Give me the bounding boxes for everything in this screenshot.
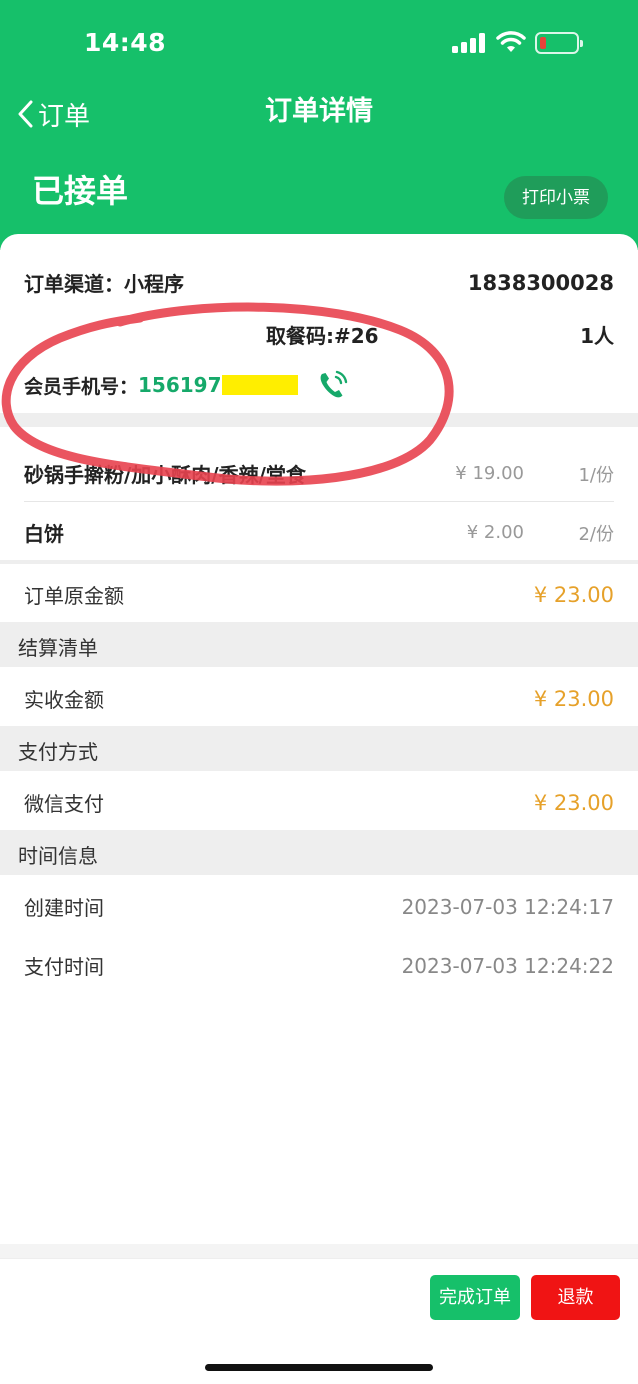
original-amount-label: 订单原金额: [24, 584, 124, 608]
pickup-code: 取餐码:#26: [266, 324, 379, 348]
status-time: 14:48: [84, 28, 167, 57]
received-amount-value: ¥ 23.00: [533, 686, 614, 711]
item-name: 砂锅手擀粉/加小酥肉/香辣/堂食: [24, 463, 306, 487]
order-channel: 订单渠道：小程序: [24, 272, 184, 296]
item-qty: 1/份: [578, 464, 614, 486]
payment-heading: 支付方式: [18, 740, 98, 764]
payment-method-label: 微信支付: [24, 792, 104, 816]
section-divider: [0, 560, 638, 564]
order-channel-row: 订单渠道：小程序 1838300028: [24, 268, 614, 297]
paid-time-row: 支付时间 2023-07-03 12:24:22: [24, 951, 614, 980]
status-bar: 14:48: [0, 0, 638, 90]
pickup-row: 取餐码:#26 1人: [24, 320, 614, 349]
original-amount-row: 订单原金额 ¥ 23.00: [24, 580, 614, 609]
redaction-mask: [221, 375, 298, 395]
refund-button[interactable]: 退款: [531, 1275, 620, 1320]
signal-icon: [452, 33, 488, 53]
wifi-icon: [496, 31, 526, 52]
created-time-label: 创建时间: [24, 896, 104, 920]
member-phone-row: 会员手机号： 156197: [24, 368, 614, 402]
complete-order-button[interactable]: 完成订单: [430, 1275, 520, 1320]
time-heading: 时间信息: [18, 844, 98, 868]
divider: [24, 501, 614, 502]
section-divider: [0, 413, 638, 427]
item-price: ¥ 19.00: [455, 463, 524, 484]
received-amount-row: 实收金额 ¥ 23.00: [24, 684, 614, 713]
item-name: 白饼: [24, 522, 64, 546]
order-item: 砂锅手擀粉/加小酥肉/香辣/堂食 ¥ 19.00 1/份: [24, 459, 614, 488]
order-status: 已接单: [32, 172, 129, 210]
item-price: ¥ 2.00: [466, 522, 524, 543]
paid-time-label: 支付时间: [24, 955, 104, 979]
payment-method-row: 微信支付 ¥ 23.00: [24, 788, 614, 817]
item-qty: 2/份: [578, 523, 614, 545]
paid-time-value: 2023-07-03 12:24:22: [401, 953, 614, 978]
created-time-row: 创建时间 2023-07-03 12:24:17: [24, 892, 614, 921]
member-phone: 156197: [138, 373, 222, 397]
order-item: 白饼 ¥ 2.00 2/份: [24, 518, 614, 547]
section-divider: [0, 1244, 638, 1258]
phone-call-icon[interactable]: [316, 368, 352, 402]
print-receipt-button[interactable]: 打印小票: [504, 176, 608, 219]
original-amount-value: ¥ 23.00: [533, 582, 614, 607]
received-amount-label: 实收金额: [24, 688, 104, 712]
page-title: 订单详情: [265, 96, 373, 127]
settlement-heading: 结算清单: [18, 636, 98, 660]
created-time-value: 2023-07-03 12:24:17: [401, 894, 614, 919]
member-phone-label: 会员手机号：: [24, 375, 139, 398]
people-count: 1人: [580, 324, 614, 348]
home-indicator: [205, 1364, 433, 1371]
order-number: 1838300028: [467, 270, 614, 295]
battery-icon: [535, 32, 583, 54]
header: 14:48 订单 订单详情 已接单 打印小票: [0, 0, 638, 250]
payment-amount: ¥ 23.00: [533, 790, 614, 815]
